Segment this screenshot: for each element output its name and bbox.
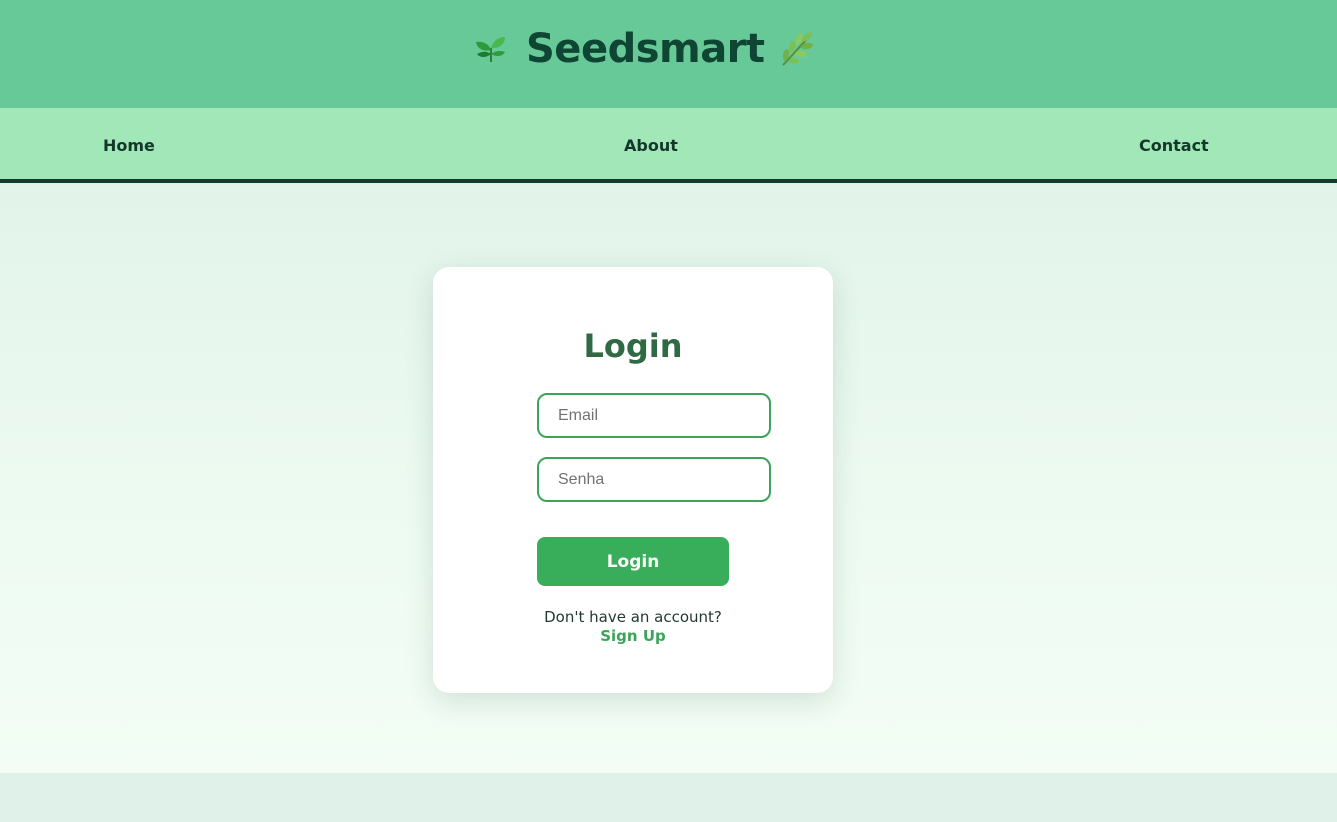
login-button[interactable]: Login bbox=[537, 537, 729, 586]
signup-link[interactable]: Sign Up bbox=[433, 627, 833, 645]
main-nav: Home About Contact bbox=[0, 108, 1337, 183]
site-header: Seedsmart bbox=[0, 0, 1337, 108]
brand: Seedsmart bbox=[474, 22, 817, 76]
nav-home-link[interactable]: Home bbox=[103, 136, 155, 155]
login-card: Login Login Don't have an account? Sign … bbox=[433, 267, 833, 693]
brand-title: Seedsmart bbox=[526, 26, 765, 72]
footer-band bbox=[0, 773, 1337, 822]
password-input[interactable] bbox=[537, 457, 771, 502]
signup-prompt: Don't have an account? bbox=[544, 608, 722, 626]
email-input[interactable] bbox=[537, 393, 771, 438]
seedling-icon bbox=[476, 37, 505, 62]
login-title: Login bbox=[583, 327, 683, 365]
herb-icon bbox=[781, 32, 813, 66]
nav-about-link[interactable]: About bbox=[624, 136, 678, 155]
nav-contact-link[interactable]: Contact bbox=[1139, 136, 1209, 155]
